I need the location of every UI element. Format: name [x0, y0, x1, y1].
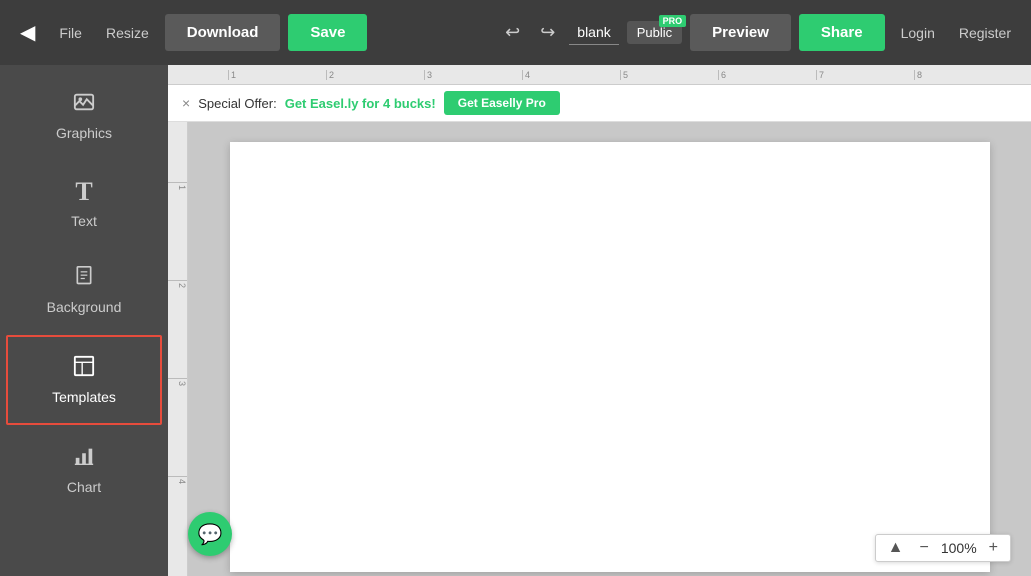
zoom-out-button[interactable]: − — [916, 539, 933, 557]
save-button[interactable]: Save — [288, 14, 367, 51]
offer-text: Special Offer: — [198, 96, 277, 111]
doc-name[interactable]: blank — [569, 20, 618, 45]
ruler-top-marks: 12345678 — [228, 70, 1012, 80]
offer-close-button[interactable]: × — [182, 95, 190, 111]
sidebar-item-graphics[interactable]: Graphics — [0, 73, 168, 159]
ruler-left-mark-2: 2 — [168, 280, 187, 378]
ruler-left-mark-3: 3 — [168, 378, 187, 476]
canvas-scroll[interactable]: 1234 — [168, 122, 1031, 576]
ruler-left-mark-4: 4 — [168, 476, 187, 574]
zoom-in-button[interactable]: + — [985, 539, 1002, 557]
chat-icon: 💬 — [198, 522, 223, 547]
zoom-value: 100% — [941, 540, 977, 556]
login-button[interactable]: Login — [893, 21, 943, 45]
canvas-page[interactable] — [230, 142, 990, 572]
chart-label: Chart — [67, 479, 101, 495]
sidebar-item-chart[interactable]: Chart — [0, 427, 168, 513]
background-icon — [74, 265, 94, 293]
ruler-top-mark-1: 1 — [228, 70, 326, 80]
undo-button[interactable]: ↩ — [499, 18, 526, 47]
zoom-up-button[interactable]: ▲ — [884, 539, 908, 557]
background-label: Background — [47, 299, 122, 315]
sidebar: Graphics T Text Background Templates Chart — [0, 65, 168, 576]
ruler-top-mark-7: 7 — [816, 70, 914, 80]
sidebar-item-background[interactable]: Background — [0, 247, 168, 333]
ruler-top-mark-6: 6 — [718, 70, 816, 80]
offer-link[interactable]: Get Easel.ly for 4 bucks! — [285, 96, 436, 111]
ruler-top-mark-2: 2 — [326, 70, 424, 80]
visibility-label: Public — [637, 25, 672, 40]
text-icon: T — [75, 177, 92, 207]
resize-menu[interactable]: Resize — [98, 21, 157, 45]
ruler-top-mark-4: 4 — [522, 70, 620, 80]
preview-button[interactable]: Preview — [690, 14, 791, 51]
share-button[interactable]: Share — [799, 14, 885, 51]
pro-badge: PRO — [659, 15, 687, 27]
chat-bubble[interactable]: 💬 — [188, 512, 232, 556]
ruler-top-mark-8: 8 — [914, 70, 1012, 80]
visibility-selector[interactable]: Public PRO — [627, 21, 682, 44]
toolbar: ◀ File Resize Download Save ↩ ↪ blank Pu… — [0, 0, 1031, 65]
redo-button[interactable]: ↪ — [534, 18, 561, 47]
main-area: GraphicsTTextBackgroundTemplatesChart 12… — [0, 65, 1031, 576]
ruler-left-marks: 1234 — [168, 182, 187, 574]
sidebar-item-text[interactable]: T Text — [0, 159, 168, 247]
ruler-left-mark-1: 1 — [168, 182, 187, 280]
canvas-area: 12345678 × Special Offer: Get Easel.ly f… — [168, 65, 1031, 576]
templates-label: Templates — [52, 389, 116, 405]
register-button[interactable]: Register — [951, 21, 1019, 45]
graphics-icon — [73, 91, 95, 119]
offer-banner: × Special Offer: Get Easel.ly for 4 buck… — [168, 85, 1031, 122]
canvas-page-container[interactable] — [188, 122, 1031, 576]
graphics-label: Graphics — [56, 125, 112, 141]
text-label: Text — [71, 213, 97, 229]
templates-icon — [73, 355, 95, 383]
back-button[interactable]: ◀ — [12, 16, 43, 49]
sidebar-item-templates[interactable]: Templates — [6, 335, 162, 425]
ruler-left: 1234 — [168, 122, 188, 576]
ruler-top: 12345678 — [168, 65, 1031, 85]
ruler-top-mark-5: 5 — [620, 70, 718, 80]
download-button[interactable]: Download — [165, 14, 281, 51]
chart-icon — [73, 445, 95, 473]
get-pro-button[interactable]: Get Easelly Pro — [444, 91, 560, 115]
ruler-top-mark-3: 3 — [424, 70, 522, 80]
zoom-bar: ▲ − 100% + — [875, 534, 1011, 562]
file-menu[interactable]: File — [51, 21, 90, 45]
